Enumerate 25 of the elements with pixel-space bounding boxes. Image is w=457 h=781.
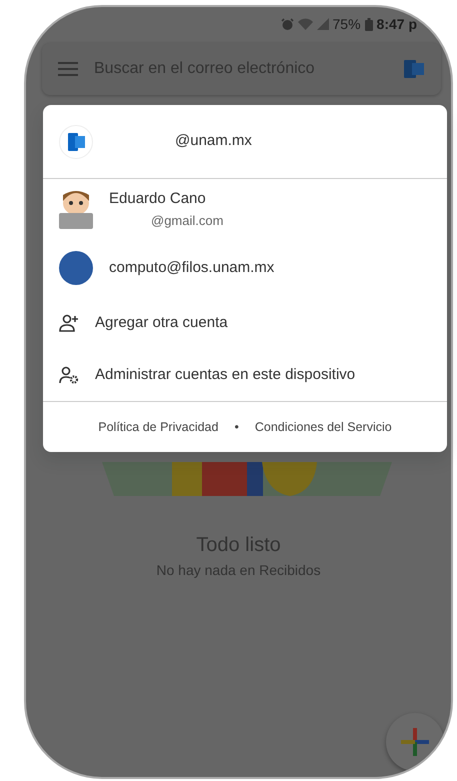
- account-row[interactable]: computo@filos.unam.mx: [43, 239, 447, 297]
- separator-dot: •: [234, 418, 239, 436]
- footer-link[interactable]: Condiciones del Servicio: [254, 418, 392, 436]
- battery-percentage: 75%: [332, 14, 361, 34]
- wifi-icon: [298, 18, 312, 30]
- photo-placeholder: [59, 251, 93, 285]
- account-row[interactable]: Eduardo Cano @gmail.com: [43, 179, 447, 239]
- account-email: @gmail.com: [151, 212, 224, 230]
- cartoon-avatar-icon: [59, 189, 93, 229]
- clock-time: 8:47 p: [376, 14, 417, 34]
- signal-icon: [316, 18, 328, 30]
- footer-link[interactable]: Política de Privacidad: [98, 418, 218, 436]
- menu-item[interactable]: Agregar otra cuenta: [43, 297, 447, 349]
- exchange-logo-icon[interactable]: [403, 58, 425, 80]
- battery-icon: [364, 18, 373, 30]
- person-add-icon: [59, 314, 79, 332]
- account-email: @unam.mx: [175, 131, 252, 152]
- plus-icon: [401, 728, 429, 756]
- exchange-logo-icon: [59, 124, 93, 158]
- person-gear-icon: [59, 366, 79, 384]
- alarm-icon: [280, 18, 294, 30]
- account-email: computo@filos.unam.mx: [109, 258, 274, 278]
- account-name: Eduardo Cano: [109, 189, 207, 209]
- menu-item[interactable]: Administrar cuentas en este dispositivo: [43, 349, 447, 401]
- menu-icon[interactable]: [58, 62, 78, 76]
